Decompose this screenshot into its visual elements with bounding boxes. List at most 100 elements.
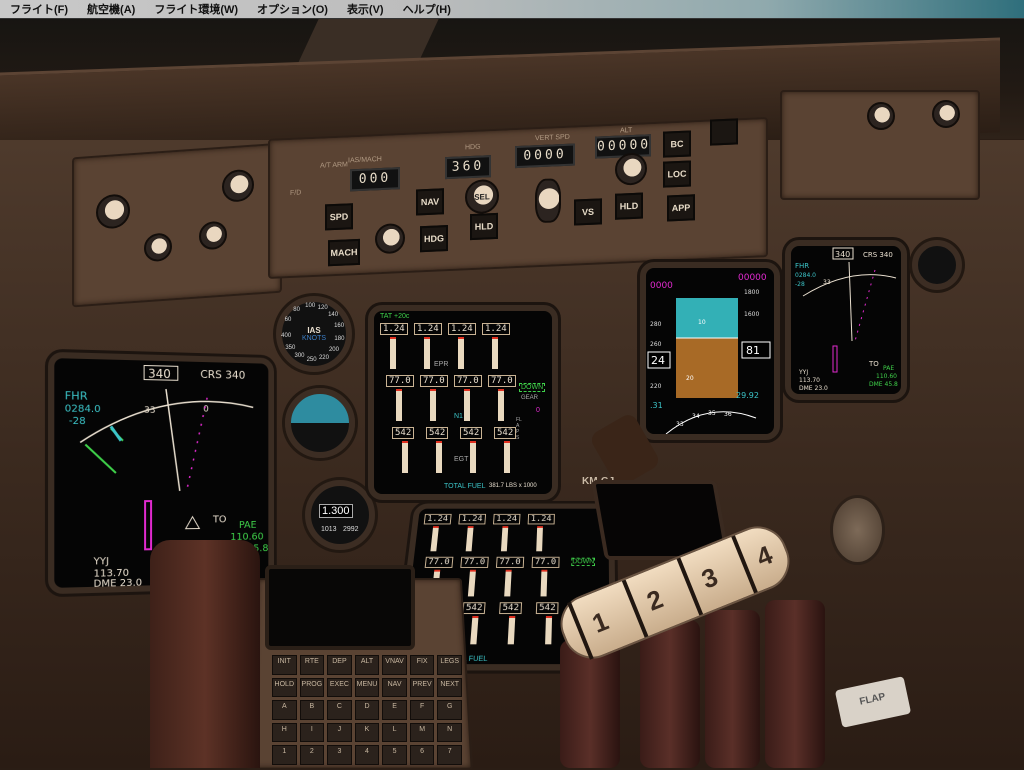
hdg-hold-button[interactable]: HLD bbox=[470, 212, 498, 241]
nav1-id: YYJ bbox=[798, 369, 808, 376]
compass-arc bbox=[80, 399, 253, 443]
cdu-key[interactable]: D bbox=[354, 700, 380, 720]
engine-gauges: 1.24 1.24 1.24 1.24 77.0 77.0 77.0 77.0 542 542 54… bbox=[380, 323, 520, 483]
cdu-key[interactable]: L bbox=[382, 722, 407, 743]
mach-button[interactable]: MACH bbox=[328, 238, 360, 267]
n1-bar-3 bbox=[504, 569, 512, 597]
cdu-key[interactable]: PROG bbox=[299, 677, 325, 698]
egt-readout-4: 542 bbox=[535, 602, 559, 615]
cdu-key[interactable]: N bbox=[437, 722, 462, 743]
menu-flight[interactable]: フライト(F) bbox=[10, 1, 68, 17]
throttle-3[interactable]: 3 bbox=[676, 547, 728, 616]
cdu-key[interactable]: 3 bbox=[327, 745, 352, 765]
cdu-key[interactable]: G bbox=[437, 700, 462, 720]
throttle-lever-3[interactable] bbox=[705, 610, 760, 768]
right-range-knob[interactable] bbox=[867, 102, 895, 130]
cdu-key[interactable]: 4 bbox=[354, 745, 380, 765]
cdu-key[interactable]: NAV bbox=[382, 677, 407, 698]
alt-tape-1800: 1800 bbox=[744, 289, 759, 296]
epr-readout-2: 1.24 bbox=[458, 513, 486, 525]
hdg-button[interactable]: HDG bbox=[420, 225, 448, 253]
cdu-key[interactable]: 7 bbox=[437, 745, 462, 765]
spd-button[interactable]: SPD bbox=[325, 203, 353, 231]
n1-readout-1: 77.0 bbox=[386, 375, 414, 387]
right-mode-knob[interactable] bbox=[932, 100, 960, 128]
ias-window: 000 bbox=[350, 167, 400, 192]
cdu-key[interactable]: FIX bbox=[409, 655, 435, 675]
cdu-key[interactable]: LEGS bbox=[437, 655, 462, 675]
alt-hold-button[interactable]: HLD bbox=[615, 192, 643, 220]
menu-aircraft[interactable]: 航空機(A) bbox=[87, 1, 135, 17]
ias-knob[interactable] bbox=[375, 222, 405, 255]
captain-yoke[interactable] bbox=[150, 540, 260, 768]
gear-label: GEAR bbox=[521, 395, 539, 401]
egt-bar-3 bbox=[507, 616, 516, 645]
alt-label: ALT bbox=[620, 127, 633, 135]
throttle-2[interactable]: 2 bbox=[622, 569, 674, 638]
cdu-key[interactable]: F bbox=[409, 700, 435, 720]
cdu-key[interactable]: M bbox=[409, 722, 435, 743]
ias-tick-label: 180 bbox=[334, 335, 345, 342]
cdu-key[interactable]: ALT bbox=[354, 655, 380, 675]
efis-range-knob[interactable] bbox=[96, 193, 130, 230]
cdu-key[interactable]: K bbox=[354, 722, 380, 743]
menu-world[interactable]: フライト環境(W) bbox=[154, 1, 238, 17]
efis-minimums-knob[interactable] bbox=[222, 168, 254, 203]
ias-tick-label: 220 bbox=[318, 354, 329, 361]
app-button[interactable]: APP bbox=[667, 194, 695, 222]
cdu-screen bbox=[265, 565, 415, 650]
ias-tick-label: 250 bbox=[306, 356, 317, 363]
baro-mb: 1013 bbox=[321, 526, 337, 533]
hdg-label: HDG bbox=[465, 143, 481, 152]
cdu-key[interactable]: E bbox=[382, 700, 407, 720]
cdu-key[interactable]: 2 bbox=[299, 745, 325, 765]
n1-bar-2 bbox=[430, 389, 436, 421]
cdu-key[interactable]: I bbox=[299, 722, 325, 743]
cdu-key[interactable]: VNAV bbox=[382, 655, 407, 675]
nav1-frequency: 113.70 bbox=[799, 377, 820, 384]
cdu-key[interactable]: A bbox=[272, 700, 297, 720]
cdu-key[interactable]: 1 bbox=[272, 745, 297, 765]
alt-knob[interactable] bbox=[615, 152, 647, 186]
vs-wheel[interactable] bbox=[535, 178, 561, 224]
cdu-key[interactable]: B bbox=[299, 700, 325, 720]
altimeter-readout: 1.300 bbox=[319, 504, 353, 518]
loc-button[interactable]: LOC bbox=[663, 160, 691, 188]
n1-readout-3: 77.0 bbox=[495, 556, 524, 568]
cdu-key[interactable]: 5 bbox=[382, 745, 407, 765]
ias-tick-label: 400 bbox=[281, 332, 292, 339]
standby-altimeter: 1.300 1013 2992 bbox=[305, 480, 375, 550]
vs-label: VERT SPD bbox=[535, 133, 570, 143]
fuel-label: TOTAL FUEL bbox=[444, 483, 486, 490]
hdg-sel-knob[interactable]: SEL bbox=[465, 178, 499, 215]
throttle-lever-2[interactable] bbox=[640, 620, 700, 768]
cdu-key[interactable]: H bbox=[272, 722, 297, 743]
efis-mode-knob[interactable] bbox=[144, 232, 172, 263]
cdu-key[interactable]: EXEC bbox=[327, 677, 352, 698]
parking-brake-knob[interactable] bbox=[830, 495, 885, 565]
bc-button[interactable]: BC bbox=[663, 130, 691, 158]
cdu-key[interactable]: DEP bbox=[327, 655, 352, 675]
menu-help[interactable]: ヘルプ(H) bbox=[403, 1, 451, 17]
throttle-4[interactable]: 4 bbox=[731, 525, 783, 594]
cdu-key[interactable]: INIT bbox=[272, 655, 297, 675]
ground-area bbox=[676, 338, 738, 398]
vs-button[interactable]: VS bbox=[574, 198, 602, 226]
cdu-key[interactable]: C bbox=[327, 700, 352, 720]
cdu-key[interactable]: J bbox=[327, 722, 352, 743]
cdu-key[interactable]: NEXT bbox=[437, 677, 462, 698]
ap-engage-button[interactable] bbox=[710, 118, 738, 146]
menu-views[interactable]: 表示(V) bbox=[347, 1, 384, 17]
efis-baro-knob[interactable] bbox=[199, 220, 227, 251]
cdu-key[interactable]: MENU bbox=[354, 677, 380, 698]
cdu-key[interactable]: RTE bbox=[299, 655, 325, 675]
compass-tick-33: 33 bbox=[823, 279, 831, 286]
nav-button[interactable]: NAV bbox=[416, 188, 444, 216]
epr-label: EPR bbox=[434, 361, 449, 368]
throttle-1[interactable]: 1 bbox=[567, 591, 619, 660]
cdu-key[interactable]: 6 bbox=[409, 745, 435, 765]
cdu-key[interactable]: HOLD bbox=[272, 677, 297, 698]
cdu-key[interactable]: PREV bbox=[409, 677, 435, 698]
menu-options[interactable]: オプション(O) bbox=[257, 1, 328, 17]
throttle-lever-4[interactable] bbox=[765, 600, 825, 768]
